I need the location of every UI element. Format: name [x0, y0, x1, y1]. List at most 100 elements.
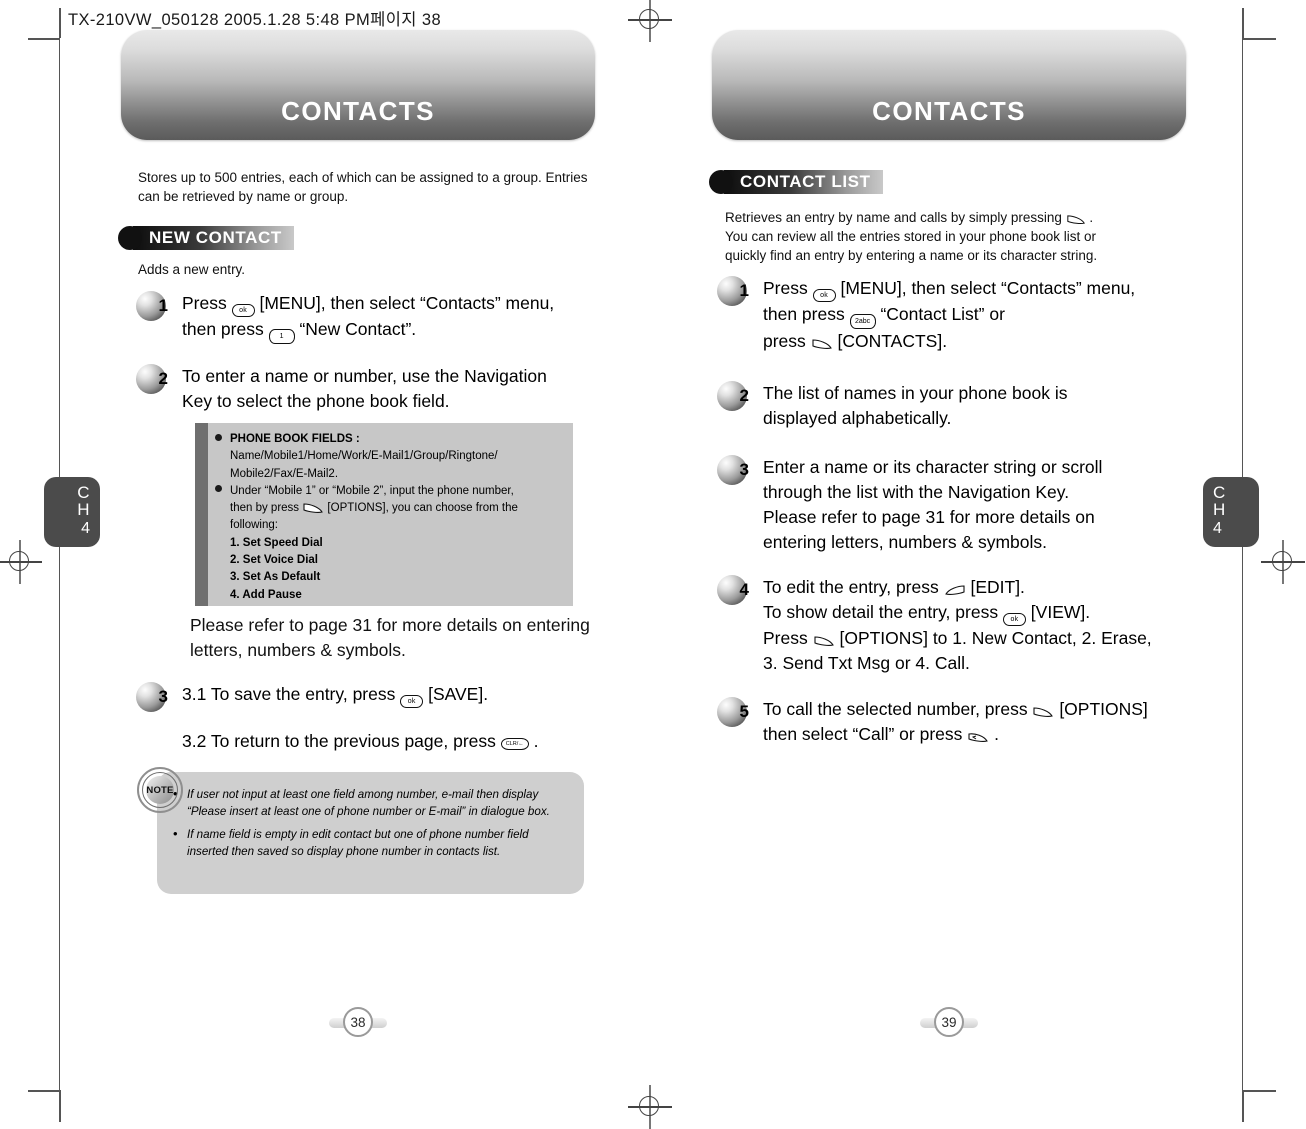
- step-number: 5: [739, 702, 749, 721]
- heading-label: NEW CONTACT: [133, 226, 294, 250]
- right-step3-line4: entering letters, numbers & symbols.: [763, 532, 1048, 552]
- section-heading-contact-list: CONTACT LIST: [709, 170, 883, 194]
- options-softkey-icon: [1033, 707, 1054, 717]
- heading-dot-icon: [118, 226, 142, 250]
- send-softkey-icon: [968, 733, 989, 742]
- right-step2-line2: displayed alphabetically.: [763, 408, 952, 428]
- banner-title: CONTACTS: [281, 96, 435, 126]
- step-bullet-5: 5: [717, 697, 751, 727]
- step-number: 3: [739, 460, 749, 479]
- infobox-left-bar: [195, 423, 208, 606]
- step-number: 1: [739, 281, 749, 300]
- infobox-option-1: 1. Set Speed Dial: [230, 536, 323, 549]
- right-step-4: 4 To edit the entry, press [EDIT]. To sh…: [717, 575, 1247, 676]
- section-heading-new-contact: NEW CONTACT: [118, 226, 294, 250]
- page-left: CONTACTS Stores up to 500 entries, each …: [60, 0, 650, 1129]
- step-bullet-2: 2: [136, 364, 170, 394]
- left-step1-line1: Press ok [MENU], then select “Contacts” …: [182, 291, 636, 317]
- right-step-5: 5 To call the selected number, press [OP…: [717, 697, 1257, 747]
- infobox-fields-line1: Name/Mobile1/Home/Work/E-Mail1/Group/Rin…: [230, 450, 498, 463]
- step-number: 3: [158, 687, 168, 706]
- infobox-mobile-line2: then by press [OPTIONS], you can choose …: [230, 502, 518, 515]
- left-step1-line2: then press 1 “New Contact”.: [182, 317, 636, 344]
- left-intro-text: Stores up to 500 entries, each of which …: [138, 168, 598, 206]
- two-key-icon: 2abc: [849, 314, 876, 329]
- heading-dot-icon: [709, 170, 733, 194]
- step-bullet-2: 2: [717, 381, 751, 411]
- right-step5-line1: To call the selected number, press [OPTI…: [763, 699, 1148, 719]
- trim-line-top-right: [1242, 38, 1276, 40]
- left-step3-line1: 3.1 To save the entry, press ok [SAVE].: [182, 682, 646, 708]
- chapter-tab-number-right: 4: [1213, 520, 1222, 537]
- infobox-mobile-line1: Under “Mobile 1” or “Mobile 2”, input th…: [230, 484, 514, 497]
- step-number: 2: [739, 386, 749, 405]
- step-bullet-3: 3: [136, 682, 170, 712]
- left-step-2: 2 To enter a name or number, use the Nav…: [136, 364, 646, 414]
- right-step4-line3: Press [OPTIONS] to 1. New Contact, 2. Er…: [763, 628, 1152, 648]
- right-step4-line2: To show detail the entry, press ok [VIEW…: [763, 600, 1247, 626]
- right-intro-line3: quickly find an entry by entering a name…: [725, 248, 1098, 263]
- trim-line-bottom-right-v: [1242, 1090, 1244, 1122]
- right-step5-line2: then select “Call” or press .: [763, 724, 999, 744]
- left-intro-line: Stores up to 500 entries, each of which …: [138, 170, 588, 204]
- chapter-tab-number-left: 4: [81, 520, 90, 537]
- banner-title: CONTACTS: [872, 96, 1026, 126]
- infobox-bullet-1-icon: [215, 434, 222, 441]
- ok-key-icon: ok: [812, 289, 836, 302]
- infobox-title: PHONE BOOK FIELDS :: [230, 433, 360, 445]
- edit-softkey-icon: [944, 585, 965, 595]
- chapter-tab-ch-left: CH: [77, 483, 90, 519]
- left-step-3: 3 3.1 To save the entry, press ok [SAVE]…: [136, 682, 646, 754]
- note-icon: NOTE: [137, 767, 183, 813]
- right-intro-line2: You can review all the entries stored in…: [725, 229, 1096, 244]
- step-bullet-3: 3: [717, 455, 751, 485]
- page-right: CONTACTS CONTACT LIST Retrieves an entry…: [651, 0, 1241, 1129]
- left-step2-line1: To enter a name or number, use the Navig…: [182, 366, 547, 386]
- left-step3-line2: 3.2 To return to the previous page, pres…: [182, 731, 539, 751]
- contacts-softkey-icon: [812, 339, 832, 349]
- right-step4-line4: 3. Send Txt Msg or 4. Call.: [763, 653, 970, 673]
- trim-line-top-left: [28, 38, 60, 40]
- clear-key-icon: CLR/←: [500, 738, 529, 750]
- note-item-1: If user not input at least one field amo…: [173, 785, 568, 820]
- step-number: 1: [158, 296, 168, 315]
- infobox-fields-line2: Mobile2/Fax/E-Mail2.: [230, 467, 339, 480]
- infobox-option-4: 4. Add Pause: [230, 588, 302, 601]
- ok-key-icon: ok: [1002, 613, 1026, 626]
- page-number-right: 39: [934, 1007, 964, 1037]
- step-bullet-4: 4: [717, 575, 751, 605]
- heading-label: CONTACT LIST: [724, 170, 883, 194]
- trim-line-bottom-left: [28, 1090, 60, 1092]
- infobox-option-2: 2. Set Voice Dial: [230, 554, 318, 567]
- chapter-tab-left: CH 4: [44, 477, 100, 547]
- trim-line-top-right-v: [1242, 8, 1244, 38]
- trim-line-bottom-right: [1242, 1090, 1276, 1092]
- registration-mark-right: [1261, 540, 1305, 584]
- left-after-box-text: Please refer to page 31 for more details…: [190, 615, 590, 660]
- options-softkey-icon: [814, 636, 834, 646]
- step-number: 2: [158, 369, 168, 388]
- infobox-option-3: 3. Set As Default: [230, 571, 321, 584]
- chapter-tab-ch-right: CH: [1213, 483, 1226, 519]
- left-step-1: 1 Press ok [MENU], then select “Contacts…: [136, 291, 636, 344]
- options-softkey-icon: [303, 503, 324, 514]
- page-banner-right: CONTACTS: [712, 30, 1186, 140]
- infobox-bullet-2-icon: [215, 485, 222, 492]
- note-icon-label: NOTE: [146, 784, 174, 796]
- note-item-2: If name field is empty in edit contact b…: [173, 825, 568, 860]
- infobox-mobile-line3: following:: [230, 519, 278, 532]
- right-intro-text: Retrieves an entry by name and calls by …: [725, 208, 1195, 265]
- right-step-1: 1 Press ok [MENU], then select “Contacts…: [717, 276, 1237, 354]
- right-step1-line2: then press 2abc “Contact List” or: [763, 302, 1237, 329]
- right-step3-line2: through the list with the Navigation Key…: [763, 482, 1070, 502]
- page-number-badge-right: 39: [920, 1006, 978, 1040]
- right-step3-line1: Enter a name or its character string or …: [763, 457, 1103, 477]
- left-step2-line2: Key to select the phone book field.: [182, 391, 450, 411]
- step-bullet-1: 1: [136, 291, 170, 321]
- registration-mark-left: [0, 540, 42, 584]
- ok-key-icon: ok: [400, 695, 424, 708]
- right-step-2: 2 The list of names in your phone book i…: [717, 381, 1237, 431]
- phone-book-fields-box: PHONE BOOK FIELDS : Name/Mobile1/Home/Wo…: [195, 423, 573, 606]
- step-bullet-1: 1: [717, 276, 751, 306]
- ok-key-icon: ok: [231, 304, 255, 317]
